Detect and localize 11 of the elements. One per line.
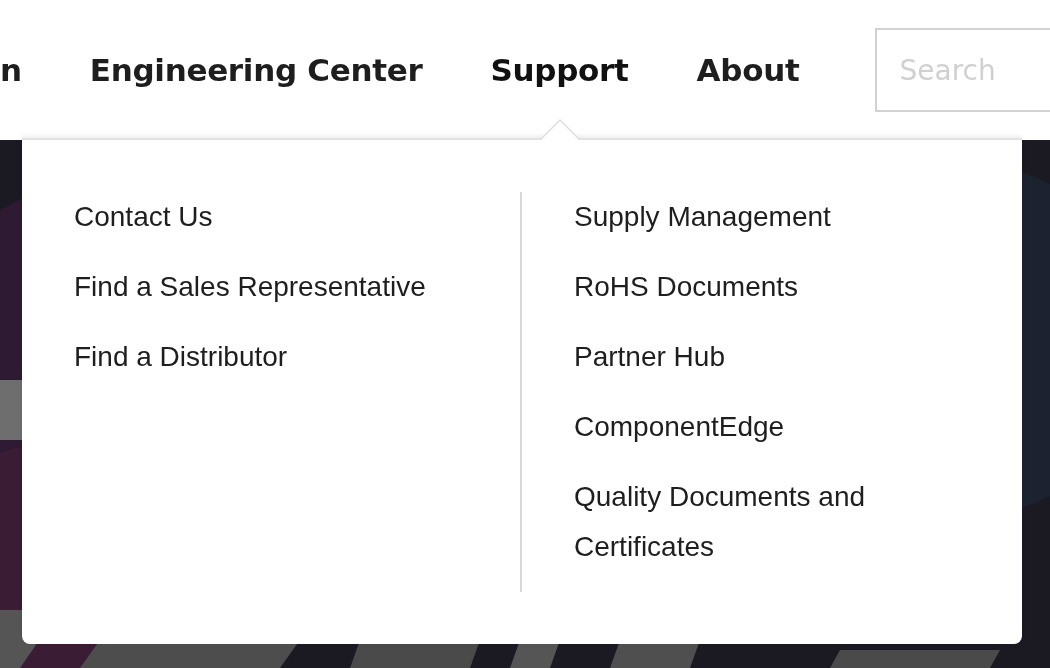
menu-link[interactable]: Partner Hub (574, 332, 1002, 382)
nav-link[interactable]: n (0, 0, 22, 140)
nav-link[interactable]: About (696, 0, 800, 140)
menu-link[interactable]: Supply Management (574, 192, 1002, 242)
menu-link[interactable]: Contact Us (74, 192, 500, 242)
menu-link[interactable]: Find a Sales Representative (74, 262, 500, 312)
menu-link[interactable]: RoHS Documents (574, 262, 1002, 312)
menu-link[interactable]: Find a Distributor (74, 332, 500, 382)
menu-link[interactable]: Quality Documents and Certificates (574, 472, 1002, 572)
nav-link[interactable]: Engineering Center (89, 0, 423, 140)
menu-link[interactable]: ComponentEdge (574, 402, 1002, 452)
